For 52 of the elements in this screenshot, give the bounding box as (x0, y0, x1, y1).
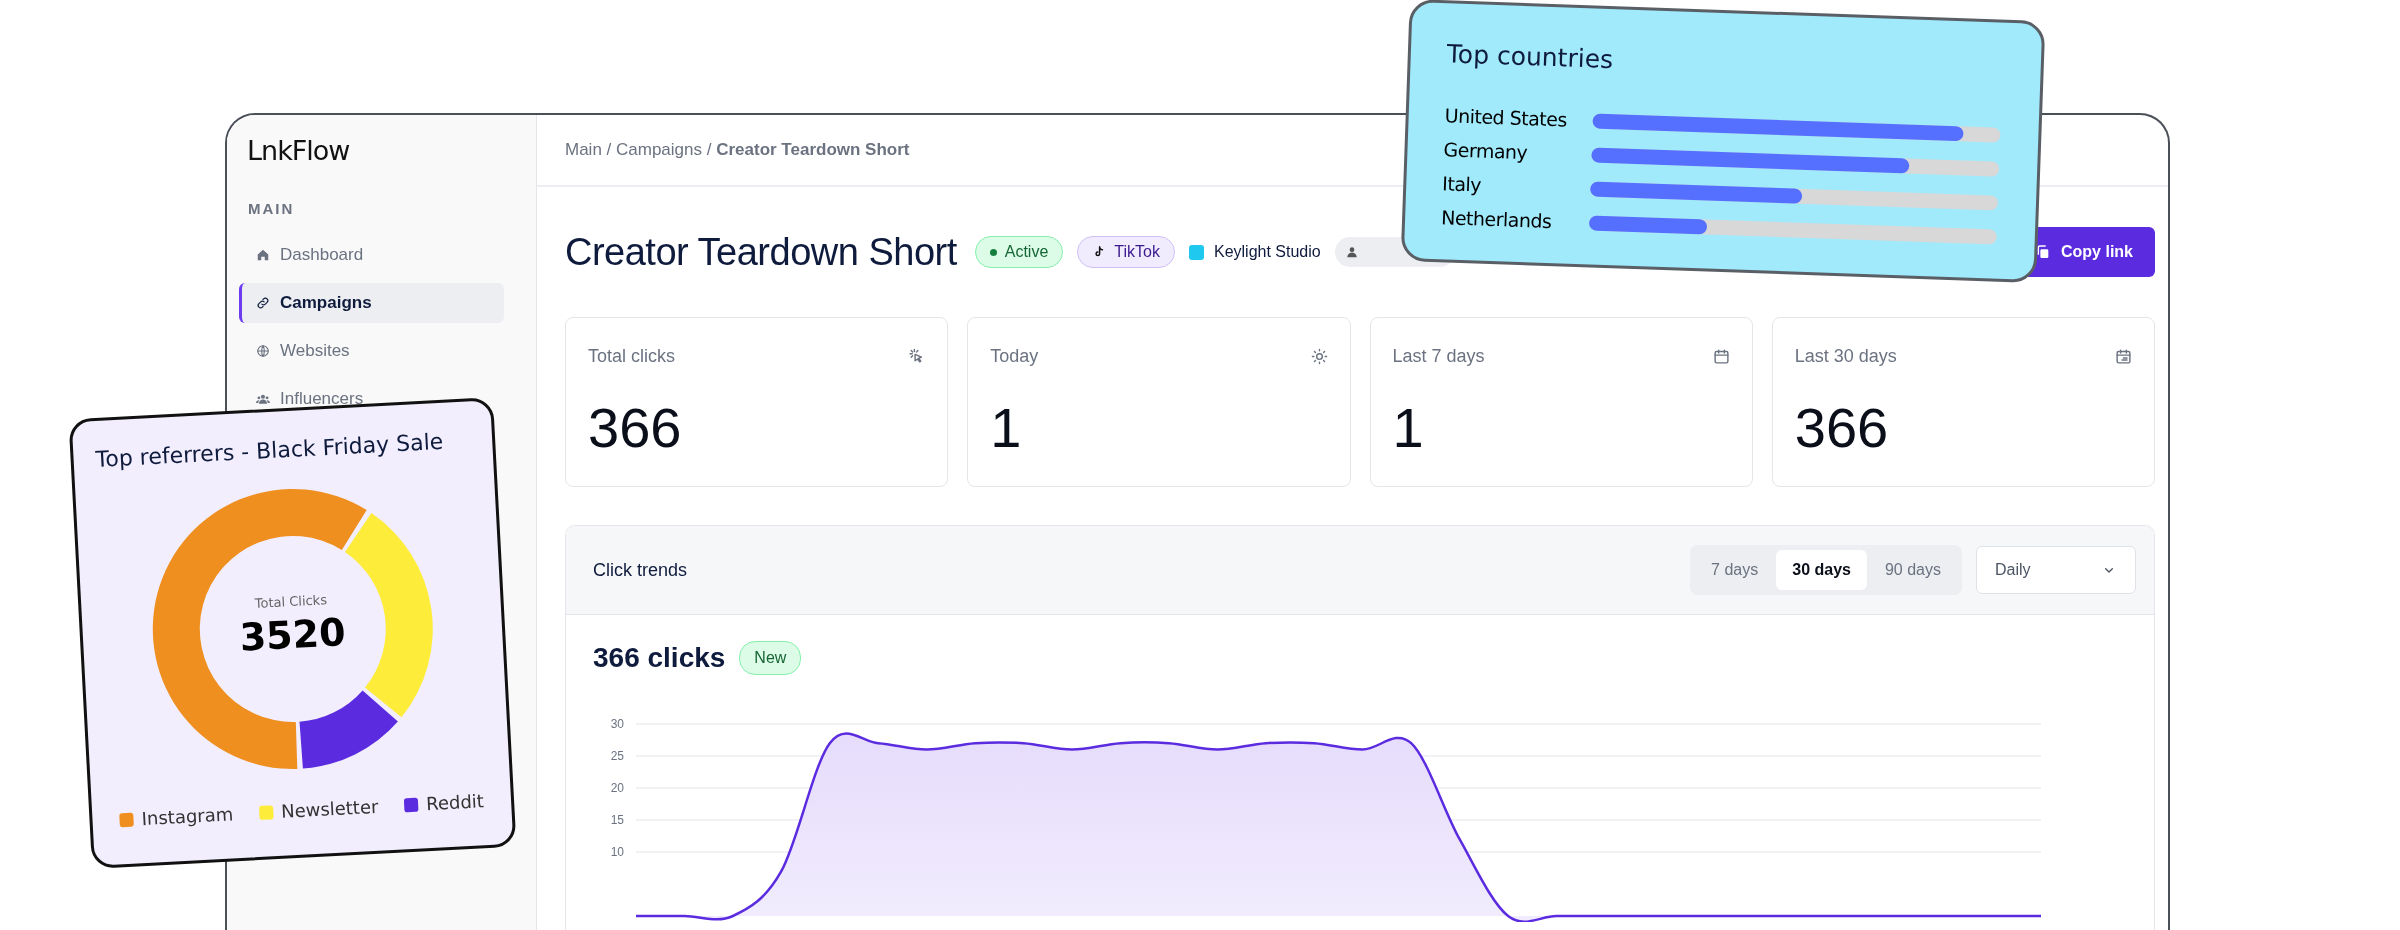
range-tab[interactable]: 7 days (1695, 550, 1775, 590)
sun-icon (1310, 348, 1328, 365)
logo: LnkFlow (247, 135, 350, 166)
stat-label: Total clicks (588, 346, 676, 367)
sidebar-item[interactable]: Websites (239, 331, 504, 371)
country-name: Netherlands (1440, 206, 1553, 234)
country-name: Germany (1443, 138, 1529, 166)
sidebar-item[interactable]: Influencers (239, 379, 504, 419)
sidebar-item[interactable]: Campaigns (239, 283, 504, 323)
country-name: United States (1444, 104, 1569, 132)
brand-name: Keylight Studio (1213, 243, 1321, 261)
users-icon (256, 392, 270, 406)
home-icon (256, 248, 270, 262)
legend-label: Reddit (425, 790, 485, 815)
range-tab[interactable]: 90 days (1868, 550, 1957, 590)
legend-label: Instagram (141, 803, 234, 830)
new-badge: New (739, 641, 802, 675)
stat-value: 366 (588, 395, 683, 460)
calendar-icon (2115, 348, 2132, 365)
center-label: Total Clicks (254, 592, 328, 611)
section-label: MAIN (248, 200, 295, 217)
country-name: Italy (1441, 172, 1483, 198)
stat-value: 1 (990, 395, 1023, 460)
tick-label: 20 (610, 781, 624, 795)
page-title: Creator Teardown Short (565, 230, 957, 274)
tick-label: 30 (610, 717, 624, 731)
tick-label: 10 (610, 845, 624, 859)
status-badge: Active (974, 236, 1064, 268)
status-dot-icon (989, 248, 997, 256)
stat-label: Last 30 days (1794, 346, 1897, 367)
breadcrumb: Main / Campaigns / Creator Teardown Short (565, 140, 910, 160)
copy-icon (2035, 244, 2051, 260)
calendar-icon (1712, 348, 1730, 365)
tick-label: 25 (610, 749, 624, 763)
link-icon (256, 296, 270, 310)
stat-value: 1 (1392, 395, 1425, 460)
tick-label: 15 (610, 813, 624, 827)
clicks-total: 366 clicks (593, 642, 726, 674)
range-tab[interactable]: 30 days (1776, 550, 1867, 590)
platform-badge: TikTok (1077, 236, 1175, 268)
stat-label: Today (990, 346, 1039, 367)
person-icon (1344, 245, 1359, 259)
interval-dropdown[interactable]: Daily (1976, 546, 2136, 594)
card-title: Top countries (1446, 39, 1615, 77)
sidebar-item[interactable]: Dashboard (239, 235, 504, 275)
stat-label: Last 7 days (1392, 346, 1485, 367)
center-value: 3520 (238, 610, 347, 660)
globe-icon (256, 344, 270, 358)
panel-title: Click trends (593, 559, 688, 581)
stat-value: 366 (1794, 395, 1890, 460)
card-title: Top referrers - Black Friday Sale (95, 427, 445, 473)
legend-label: Newsletter (280, 795, 379, 822)
